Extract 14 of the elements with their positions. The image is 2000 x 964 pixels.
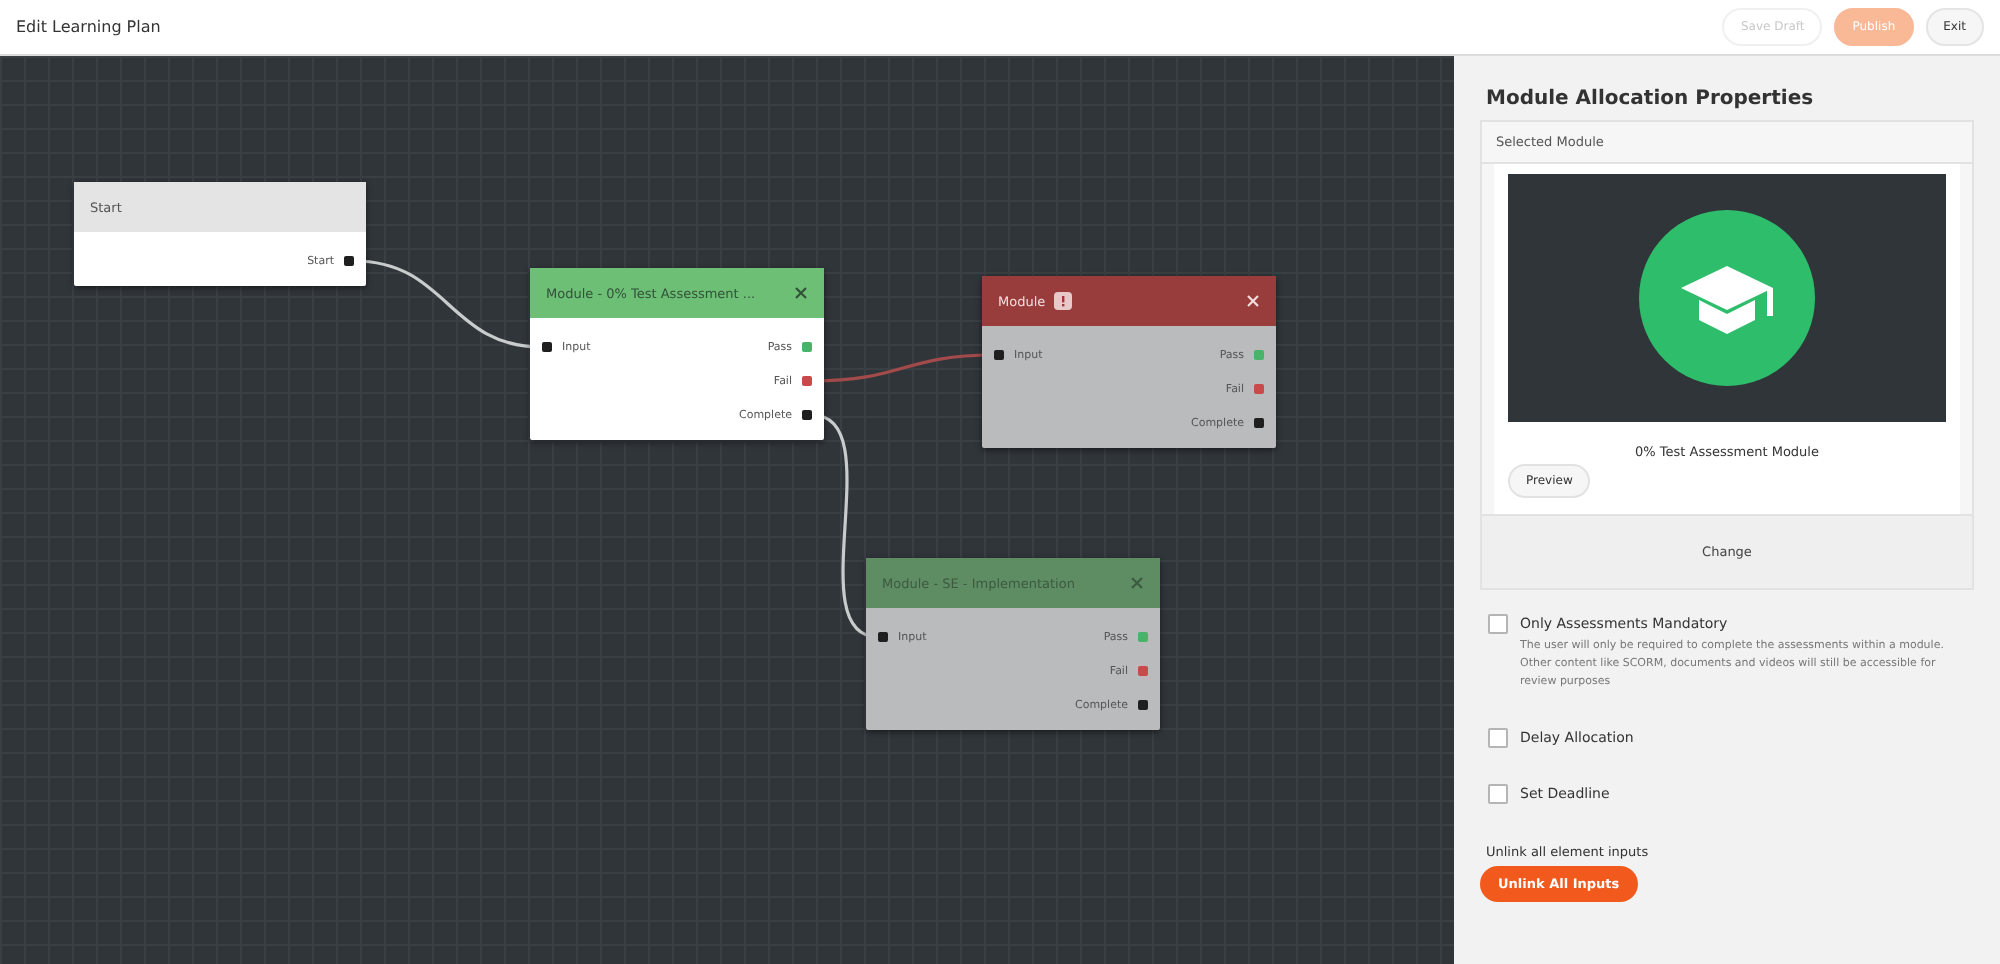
output-port[interactable]	[344, 256, 354, 266]
checkbox[interactable]	[1488, 784, 1508, 804]
close-icon[interactable]	[794, 286, 808, 300]
panel-title: Module Allocation Properties	[1486, 88, 1816, 110]
output-port[interactable]	[802, 410, 812, 420]
output-port[interactable]	[1138, 700, 1148, 710]
page-title: Edit Learning Plan	[16, 18, 161, 36]
checkbox[interactable]	[1488, 728, 1508, 748]
warning-icon	[1053, 292, 1072, 310]
input-port[interactable]	[542, 342, 552, 352]
input-port[interactable]	[878, 632, 888, 642]
checkbox[interactable]	[1488, 614, 1508, 634]
output-port[interactable]	[1254, 418, 1264, 428]
input-port[interactable]	[994, 350, 1004, 360]
